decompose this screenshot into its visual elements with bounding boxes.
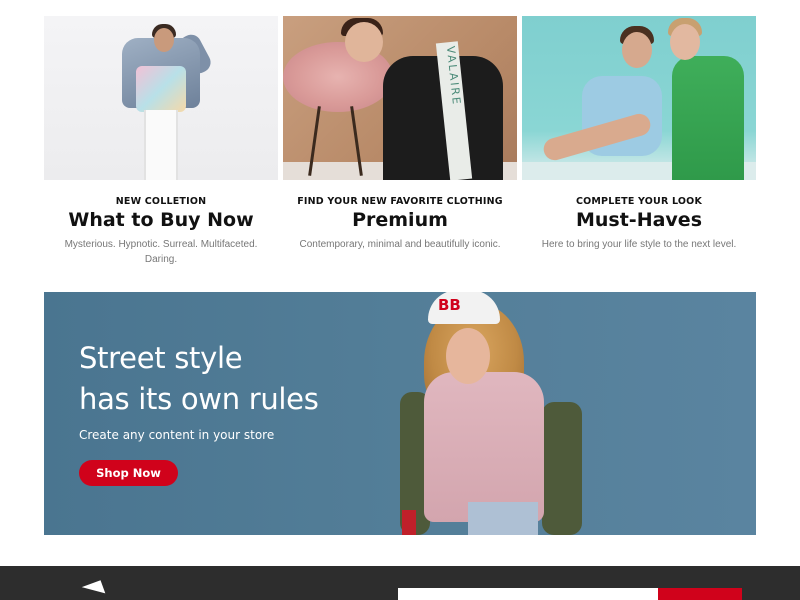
paper-plane-icon [66, 580, 106, 600]
card-image-turquoise[interactable] [522, 16, 756, 180]
card-image-warm-studio[interactable]: VALAIRE [283, 16, 517, 180]
card-description: Mysterious. Hypnotic. Surreal. Multiface… [64, 239, 258, 265]
category-card-premium[interactable]: VALAIRE FIND YOUR NEW FAVORITE CLOTHING … [283, 16, 517, 267]
newsletter-email-input[interactable] [398, 588, 660, 600]
hero-model-image: BB [394, 292, 594, 535]
card-title[interactable]: Premium [283, 209, 517, 231]
card-eyebrow: NEW COLLETION [115, 196, 207, 207]
card-eyebrow: FIND YOUR NEW FAVORITE CLOTHING [297, 196, 503, 207]
card-title[interactable]: Must-Haves [522, 209, 756, 231]
page: NEW COLLETION What to Buy Now Mysterious… [0, 0, 800, 600]
category-cards: NEW COLLETION What to Buy Now Mysterious… [44, 16, 756, 267]
cap-logo: BB [438, 296, 461, 314]
category-card-must-haves[interactable]: COMPLETE YOUR LOOK Must-Haves Here to br… [522, 16, 756, 267]
hero-subtitle: Create any content in your store [79, 428, 275, 442]
footer [0, 566, 800, 600]
newsletter-submit-button[interactable] [658, 588, 742, 600]
hero-title-line-1: Street style [79, 341, 243, 375]
card-description: Here to bring your life style to the nex… [541, 239, 737, 250]
hero-title-line-2: has its own rules [79, 382, 319, 416]
card-description: Contemporary, minimal and beautifully ic… [299, 239, 501, 250]
hero-title: Street style has its own rules [79, 338, 319, 420]
category-card-what-to-buy[interactable]: NEW COLLETION What to Buy Now Mysterious… [44, 16, 278, 267]
hero-banner: Street style has its own rules Create an… [44, 292, 756, 535]
card-eyebrow: COMPLETE YOUR LOOK [575, 196, 703, 207]
card-image-white-studio[interactable] [44, 16, 278, 180]
card-title[interactable]: What to Buy Now [44, 209, 278, 231]
shop-now-button[interactable]: Shop Now [79, 460, 178, 486]
